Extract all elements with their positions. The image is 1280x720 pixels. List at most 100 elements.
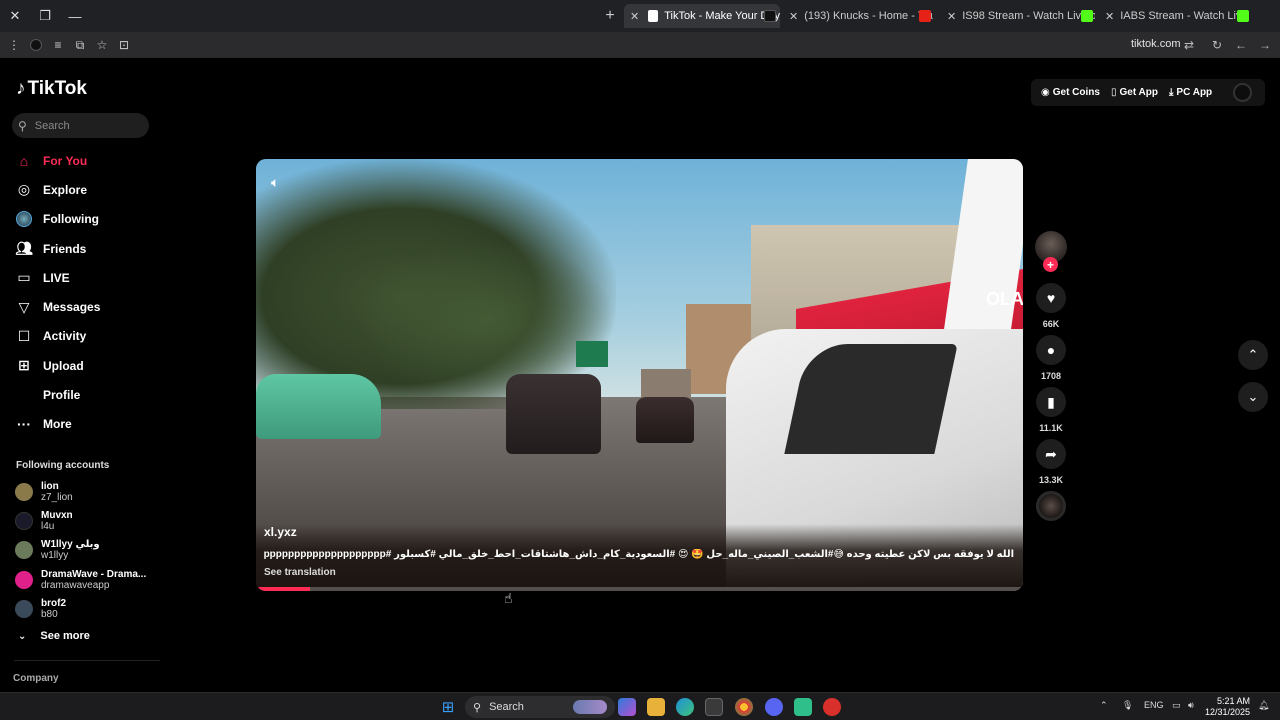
list-item[interactable]: lion z7_lion bbox=[15, 477, 146, 506]
forward-icon[interactable]: ← bbox=[1230, 34, 1252, 56]
system-clock[interactable]: 5:21 AM 12/31/2025 bbox=[1205, 696, 1250, 718]
share-button[interactable]: ➦ bbox=[1036, 439, 1066, 469]
menu-dots-icon[interactable]: ⋮ bbox=[3, 34, 25, 56]
sidebar-item-more[interactable]: ··· More bbox=[16, 410, 100, 439]
discord-icon[interactable] bbox=[765, 698, 783, 716]
app-icon[interactable] bbox=[794, 698, 812, 716]
tab-tiktok[interactable]: ✕ TikTok - Make Your Day bbox=[624, 4, 780, 28]
sidebar-item-upload[interactable]: ⊞ Upload bbox=[16, 351, 100, 380]
clock-date: 12/31/2025 bbox=[1205, 707, 1251, 717]
edge-icon[interactable] bbox=[676, 698, 694, 716]
get-app-button[interactable]: ▯ Get App bbox=[1111, 87, 1158, 98]
site-settings-icon[interactable]: ⇄ bbox=[1178, 34, 1200, 56]
like-button[interactable]: ♥ bbox=[1036, 283, 1066, 313]
close-tab-icon[interactable]: ✕ bbox=[789, 10, 798, 23]
sidebar-item-label: Profile bbox=[43, 388, 81, 403]
list-item[interactable]: DramaWave - Drama... dramawaveapp bbox=[15, 565, 146, 594]
profile-avatar[interactable] bbox=[1233, 83, 1252, 102]
speaker-icon[interactable]: 🔊︎ bbox=[1188, 700, 1194, 711]
see-more-button[interactable]: ⌄ See more bbox=[18, 630, 90, 642]
sidebar-item-label: Following bbox=[43, 212, 99, 227]
video-progress-bar[interactable] bbox=[256, 587, 1023, 591]
tab-kick-1[interactable]: ✕ IS98 Stream - Watch Live on Kick bbox=[943, 4, 1095, 28]
file-explorer-icon[interactable] bbox=[647, 698, 665, 716]
reload-icon[interactable]: ↻ bbox=[1206, 34, 1228, 56]
sidebar-item-profile[interactable]: Profile bbox=[16, 380, 100, 409]
profile-circle-icon[interactable] bbox=[25, 34, 47, 56]
volume-icon[interactable]: 🔈︎ bbox=[271, 174, 279, 191]
tab-kick-2[interactable]: ✕ IABS Stream - Watch Live on Kick bbox=[1101, 4, 1251, 28]
follow-plus-icon[interactable]: + bbox=[1043, 257, 1058, 272]
sidebar-item-for-you[interactable]: ⌂ For You bbox=[16, 146, 100, 175]
previous-video-button[interactable]: ⌃ bbox=[1238, 340, 1268, 370]
close-tab-icon[interactable]: ✕ bbox=[947, 10, 956, 23]
reading-list-icon[interactable]: ≡ bbox=[47, 34, 69, 56]
tray-chevron-icon[interactable]: ⌃ bbox=[1100, 700, 1108, 711]
language-indicator[interactable]: ENG bbox=[1144, 700, 1164, 710]
chevron-up-icon: ⌃ bbox=[1247, 347, 1259, 362]
sidebar-item-friends[interactable]: 👥︎ Friends bbox=[15, 234, 100, 263]
close-tab-icon[interactable]: ✕ bbox=[630, 10, 642, 23]
chrome-icon[interactable] bbox=[735, 698, 753, 716]
browser-tab-strip: ✕ ❐ — + ✕ TikTok - Make Your Day ✕ (193)… bbox=[0, 0, 1280, 32]
back-icon[interactable]: → bbox=[1254, 34, 1276, 56]
bookmark-star-icon[interactable]: ☆ bbox=[91, 34, 113, 56]
url-text[interactable]: tiktok.com bbox=[1131, 38, 1181, 50]
list-item[interactable]: W1llyy وبلي w1llyy bbox=[15, 536, 146, 565]
sidebar-item-label: Friends bbox=[43, 241, 87, 256]
search-icon: ⚲ bbox=[18, 118, 27, 133]
store-icon[interactable] bbox=[705, 698, 723, 716]
sidebar-item-activity[interactable]: ☐ Activity bbox=[16, 322, 100, 351]
sidebar-item-label: Messages bbox=[43, 300, 101, 315]
list-item[interactable]: Muvxn l4u bbox=[15, 506, 146, 535]
profile-icon bbox=[16, 387, 32, 403]
sidebar-nav: ⌂ For You ◎ Explore Following 👥︎ Friends… bbox=[15, 146, 101, 439]
sidebar-item-label: LIVE bbox=[43, 270, 70, 285]
new-tab-button[interactable]: + bbox=[600, 6, 620, 26]
video-sign-text: OLAY bbox=[986, 289, 1023, 309]
pc-app-button[interactable]: ⤓ PC App bbox=[1169, 87, 1212, 98]
microphone-icon[interactable]: 🎙︎ bbox=[1122, 700, 1133, 711]
sidebar-item-messages[interactable]: ▽ Messages bbox=[16, 292, 101, 321]
header-actions: ◉ Get Coins ▯ Get App ⤓ PC App bbox=[1031, 79, 1265, 106]
chevron-down-icon: ⌄ bbox=[1247, 389, 1259, 404]
music-disc[interactable] bbox=[1036, 491, 1066, 521]
tiktok-logo[interactable]: ♪ TikTok bbox=[16, 78, 87, 100]
following-accounts-list: lion z7_lion Muvxn l4u W1llyy وبلي w1llyy D… bbox=[15, 477, 146, 623]
restore-window-icon[interactable]: ❐ bbox=[30, 0, 60, 32]
sidebar-item-live[interactable]: ▭ LIVE bbox=[16, 263, 100, 292]
account-name: Muvxn bbox=[41, 509, 73, 521]
bookmark-button[interactable]: ▮ bbox=[1036, 387, 1066, 417]
search-input[interactable] bbox=[34, 119, 135, 132]
search-box[interactable]: ⚲ bbox=[12, 113, 149, 138]
copilot-icon[interactable] bbox=[618, 698, 636, 716]
get-coins-button[interactable]: ◉ Get Coins bbox=[1041, 87, 1100, 98]
network-icon[interactable]: ▭ bbox=[1172, 700, 1181, 711]
sidebar-item-following[interactable]: Following bbox=[16, 205, 100, 234]
recorder-icon[interactable] bbox=[823, 698, 841, 716]
video-player[interactable]: OLAY 🔈︎ xl.yxz الله لا يوفقه بس لاكن عطي… bbox=[256, 159, 1023, 591]
next-video-button[interactable]: ⌄ bbox=[1238, 382, 1268, 412]
heart-icon: ♥ bbox=[1046, 290, 1056, 306]
sidebar-item-label: For You bbox=[43, 153, 88, 168]
see-translation-link[interactable]: See translation bbox=[264, 567, 336, 578]
company-link[interactable]: Company bbox=[13, 673, 59, 684]
taskbar-search[interactable]: ⚲ Search bbox=[465, 696, 615, 718]
tab-youtube[interactable]: ✕ (193) Knucks - Home - YouTube bbox=[785, 4, 933, 28]
compass-icon: ◎ bbox=[17, 181, 31, 198]
live-icon: ▭ bbox=[17, 269, 31, 286]
notification-icon[interactable]: 🔔︎ bbox=[1258, 700, 1269, 711]
video-author[interactable]: xl.yxz bbox=[264, 525, 297, 539]
list-item[interactable]: brof2 b80 bbox=[15, 594, 146, 623]
close-window-icon[interactable]: ✕ bbox=[0, 0, 30, 32]
sidebar-item-explore[interactable]: ◎ Explore bbox=[16, 175, 100, 204]
kick-favicon-icon bbox=[1081, 10, 1093, 22]
minimize-window-icon[interactable]: — bbox=[60, 0, 90, 32]
windows-start-icon[interactable]: ⊞ bbox=[439, 698, 457, 716]
upload-icon: ⊞ bbox=[18, 357, 30, 374]
install-app-icon[interactable]: ⊡ bbox=[113, 34, 135, 56]
close-tab-icon[interactable]: ✕ bbox=[1105, 10, 1114, 23]
extensions-icon[interactable]: ⧉ bbox=[69, 34, 91, 56]
pc-app-label: PC App bbox=[1176, 87, 1213, 98]
comment-button[interactable]: ● bbox=[1036, 335, 1066, 365]
